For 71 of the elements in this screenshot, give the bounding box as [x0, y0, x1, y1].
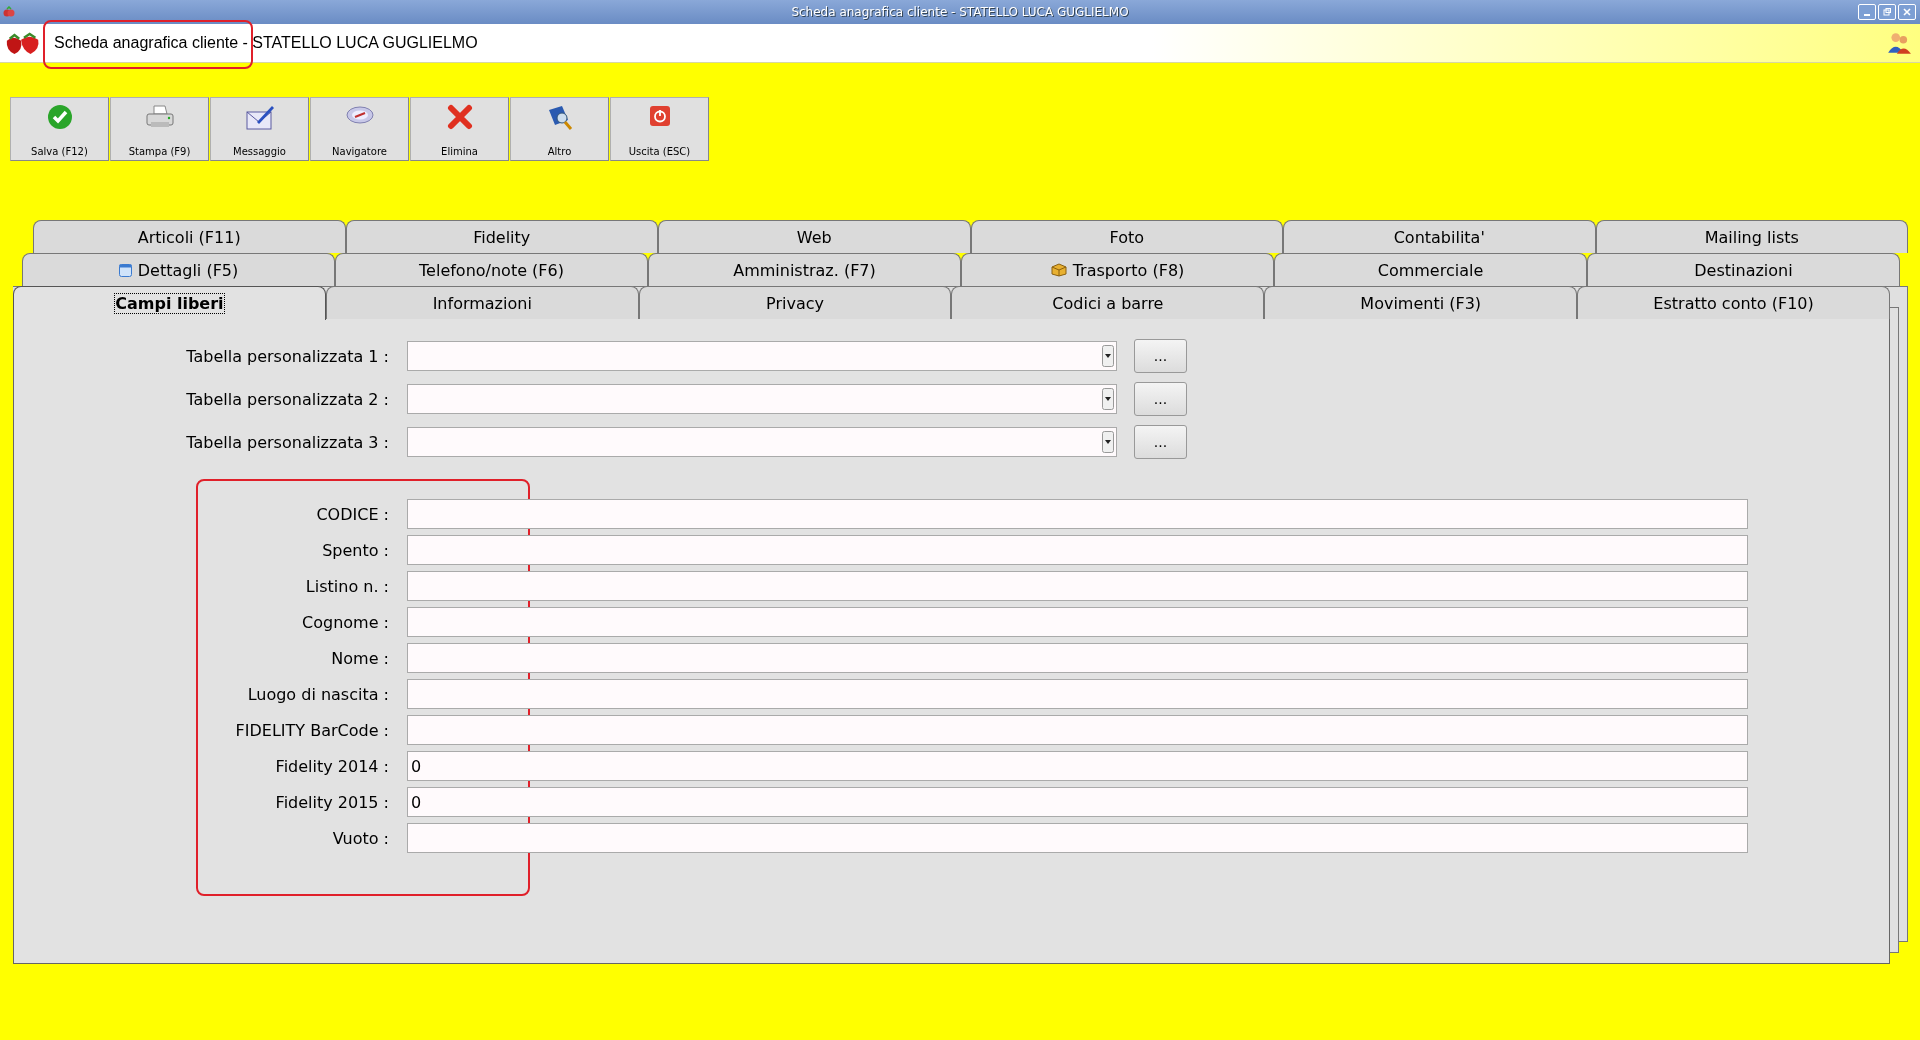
input-field[interactable]: 0: [407, 751, 1748, 781]
input-field[interactable]: [407, 607, 1748, 637]
app-icon: [3, 6, 15, 18]
input-field[interactable]: [407, 715, 1748, 745]
tab[interactable]: Web: [658, 220, 971, 253]
close-button[interactable]: [1898, 4, 1916, 20]
toolbar-button[interactable]: Altro: [510, 97, 609, 161]
toolbar-button[interactable]: Elimina: [410, 97, 509, 161]
tab[interactable]: Movimenti (F3): [1264, 286, 1578, 319]
window-title: Scheda anagrafica cliente - STATELLO LUCA GUGLIELMO: [791, 5, 1129, 19]
tab[interactable]: Trasporto (F8): [961, 253, 1274, 286]
tab[interactable]: Estratto conto (F10): [1577, 286, 1890, 319]
dropdown-field[interactable]: [407, 384, 1117, 414]
dropdown-field[interactable]: [407, 341, 1117, 371]
toolbar-button[interactable]: Uscita (ESC): [610, 97, 709, 161]
toolbar-button[interactable]: Salva (F12): [10, 97, 109, 161]
restore-button[interactable]: [1878, 4, 1896, 20]
tab[interactable]: Campi liberi: [13, 286, 326, 320]
input-field[interactable]: [407, 643, 1748, 673]
input-field[interactable]: [407, 823, 1748, 853]
tab[interactable]: Articoli (F11): [33, 220, 346, 253]
field-label: Spento :: [321, 540, 389, 560]
tab[interactable]: Amministraz. (F7): [648, 253, 961, 286]
field-label: Tabella personalizzata 2 :: [185, 389, 389, 409]
compass-icon: [344, 104, 375, 126]
field-label: CODICE :: [315, 504, 389, 524]
toolbar-button[interactable]: Stampa (F9): [110, 97, 209, 161]
form-title: Scheda anagrafica cliente - STATELLO LUCA GUGLIELMO: [54, 34, 478, 52]
tab[interactable]: Mailing lists: [1595, 220, 1908, 253]
tab[interactable]: Codici a barre: [951, 286, 1265, 319]
tab[interactable]: Contabilita': [1283, 220, 1596, 253]
tab[interactable]: Telefono/note (F6): [335, 253, 648, 286]
minimize-button[interactable]: [1858, 4, 1876, 20]
field-label: Nome :: [330, 648, 389, 668]
input-field[interactable]: 0: [407, 787, 1748, 817]
calendar-icon: [118, 263, 132, 277]
field-label: Tabella personalizzata 1 :: [185, 346, 389, 366]
field-label: Tabella personalizzata 3 :: [185, 432, 389, 452]
toolbar-button[interactable]: Navigatore: [310, 97, 409, 161]
tab[interactable]: Informazioni: [325, 286, 639, 319]
tab[interactable]: Dettagli (F5): [22, 253, 335, 286]
input-field[interactable]: [407, 535, 1748, 565]
cross-icon: [446, 104, 473, 130]
field-label: Cognome :: [301, 612, 389, 632]
users-icon[interactable]: [1886, 30, 1912, 56]
browse-button[interactable]: ...: [1134, 339, 1187, 373]
input-field[interactable]: [407, 679, 1748, 709]
dropdown-field[interactable]: [407, 427, 1117, 457]
tab[interactable]: Destinazioni: [1587, 253, 1900, 286]
field-label: Luogo di nascita :: [246, 684, 389, 704]
tab[interactable]: Fidelity: [345, 220, 658, 253]
browse-button[interactable]: ...: [1134, 425, 1187, 459]
field-label: Vuoto :: [331, 828, 389, 848]
tab[interactable]: Foto: [970, 220, 1283, 253]
tab[interactable]: Privacy: [638, 286, 952, 319]
close-icon: [1903, 8, 1911, 16]
field-label: Fidelity 2014 :: [274, 756, 389, 776]
input-field[interactable]: [407, 499, 1748, 529]
field-label: FIDELITY BarCode :: [234, 720, 389, 740]
parcel-icon: [1050, 263, 1067, 277]
printer-icon: [144, 104, 175, 130]
power-icon: [647, 104, 672, 128]
browse-button[interactable]: ...: [1134, 382, 1187, 416]
toolbar-button[interactable]: Messaggio: [210, 97, 309, 161]
input-field[interactable]: [407, 571, 1748, 601]
checkmark-icon: [46, 104, 73, 130]
tab[interactable]: Commerciale: [1274, 253, 1587, 286]
restore-icon: [1883, 8, 1891, 16]
envelope-pen-icon: [244, 104, 275, 132]
field-label: Listino n. :: [304, 576, 389, 596]
field-label: Fidelity 2015 :: [274, 792, 389, 812]
